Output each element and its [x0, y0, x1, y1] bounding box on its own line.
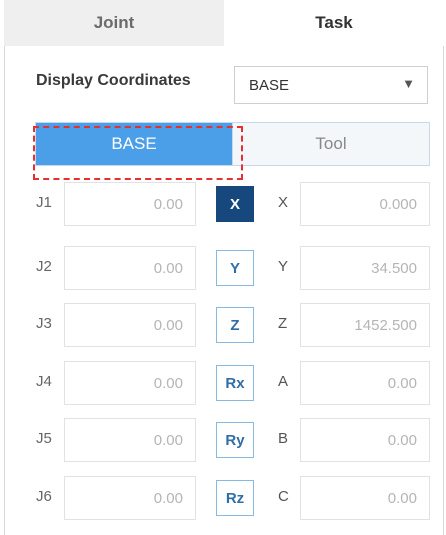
joint-value-field[interactable]: 0.00: [64, 476, 196, 520]
mode-tabs: Joint Task: [4, 0, 444, 46]
frame-tool-button[interactable]: Tool: [232, 123, 429, 165]
coordinate-row: J2 0.00 Y Y 34.500: [0, 246, 446, 290]
coordinate-row: J5 0.00 Ry B 0.00: [0, 418, 446, 462]
joint-label: J4: [36, 373, 52, 390]
coordinate-row: J6 0.00 Rz C 0.00: [0, 476, 446, 520]
joint-value-field[interactable]: 0.00: [64, 303, 196, 347]
axis-rx-button[interactable]: Rx: [216, 365, 254, 401]
coordinate-row: J1 0.00 X X 0.000: [0, 182, 446, 226]
task-axis-label: C: [278, 488, 289, 505]
task-axis-label: Z: [278, 315, 288, 332]
task-axis-label: Y: [278, 258, 289, 275]
joint-label: J6: [36, 488, 52, 505]
frame-toggle: BASE Tool: [35, 122, 430, 166]
axis-rz-button[interactable]: Rz: [216, 480, 254, 516]
joint-label: J5: [36, 430, 52, 447]
joint-label: J3: [36, 315, 52, 332]
tab-task[interactable]: Task: [224, 0, 444, 46]
joint-value-field[interactable]: 0.00: [64, 361, 196, 405]
task-axis-label: X: [278, 194, 289, 211]
task-value-field[interactable]: 0.00: [300, 418, 430, 462]
frame-base-button[interactable]: BASE: [36, 123, 232, 165]
axis-ry-button[interactable]: Ry: [216, 422, 254, 458]
task-value-field[interactable]: 1452.500: [300, 303, 430, 347]
display-coordinates-label: Display Coordinates: [36, 72, 191, 89]
coordinate-row: J4 0.00 Rx A 0.00: [0, 361, 446, 405]
task-axis-label: B: [278, 430, 289, 447]
task-value-field[interactable]: 0.00: [300, 361, 430, 405]
joint-value-field[interactable]: 0.00: [64, 418, 196, 462]
axis-y-button[interactable]: Y: [216, 250, 254, 286]
axis-x-button[interactable]: X: [216, 186, 254, 222]
joint-value-field[interactable]: 0.00: [64, 246, 196, 290]
tab-joint[interactable]: Joint: [4, 0, 224, 46]
task-axis-label: A: [278, 373, 289, 390]
coordinate-row: J3 0.00 Z Z 1452.500: [0, 303, 446, 347]
joint-value-field[interactable]: 0.00: [64, 182, 196, 226]
chevron-down-icon: ▼: [402, 76, 415, 91]
task-value-field[interactable]: 0.000: [300, 182, 430, 226]
display-coordinates-value: BASE: [249, 76, 290, 94]
display-coordinates-select[interactable]: BASE ▼: [234, 66, 428, 104]
task-value-field[interactable]: 34.500: [300, 246, 430, 290]
joint-label: J1: [36, 194, 52, 211]
axis-z-button[interactable]: Z: [216, 307, 254, 343]
joint-label: J2: [36, 258, 52, 275]
task-value-field[interactable]: 0.00: [300, 476, 430, 520]
